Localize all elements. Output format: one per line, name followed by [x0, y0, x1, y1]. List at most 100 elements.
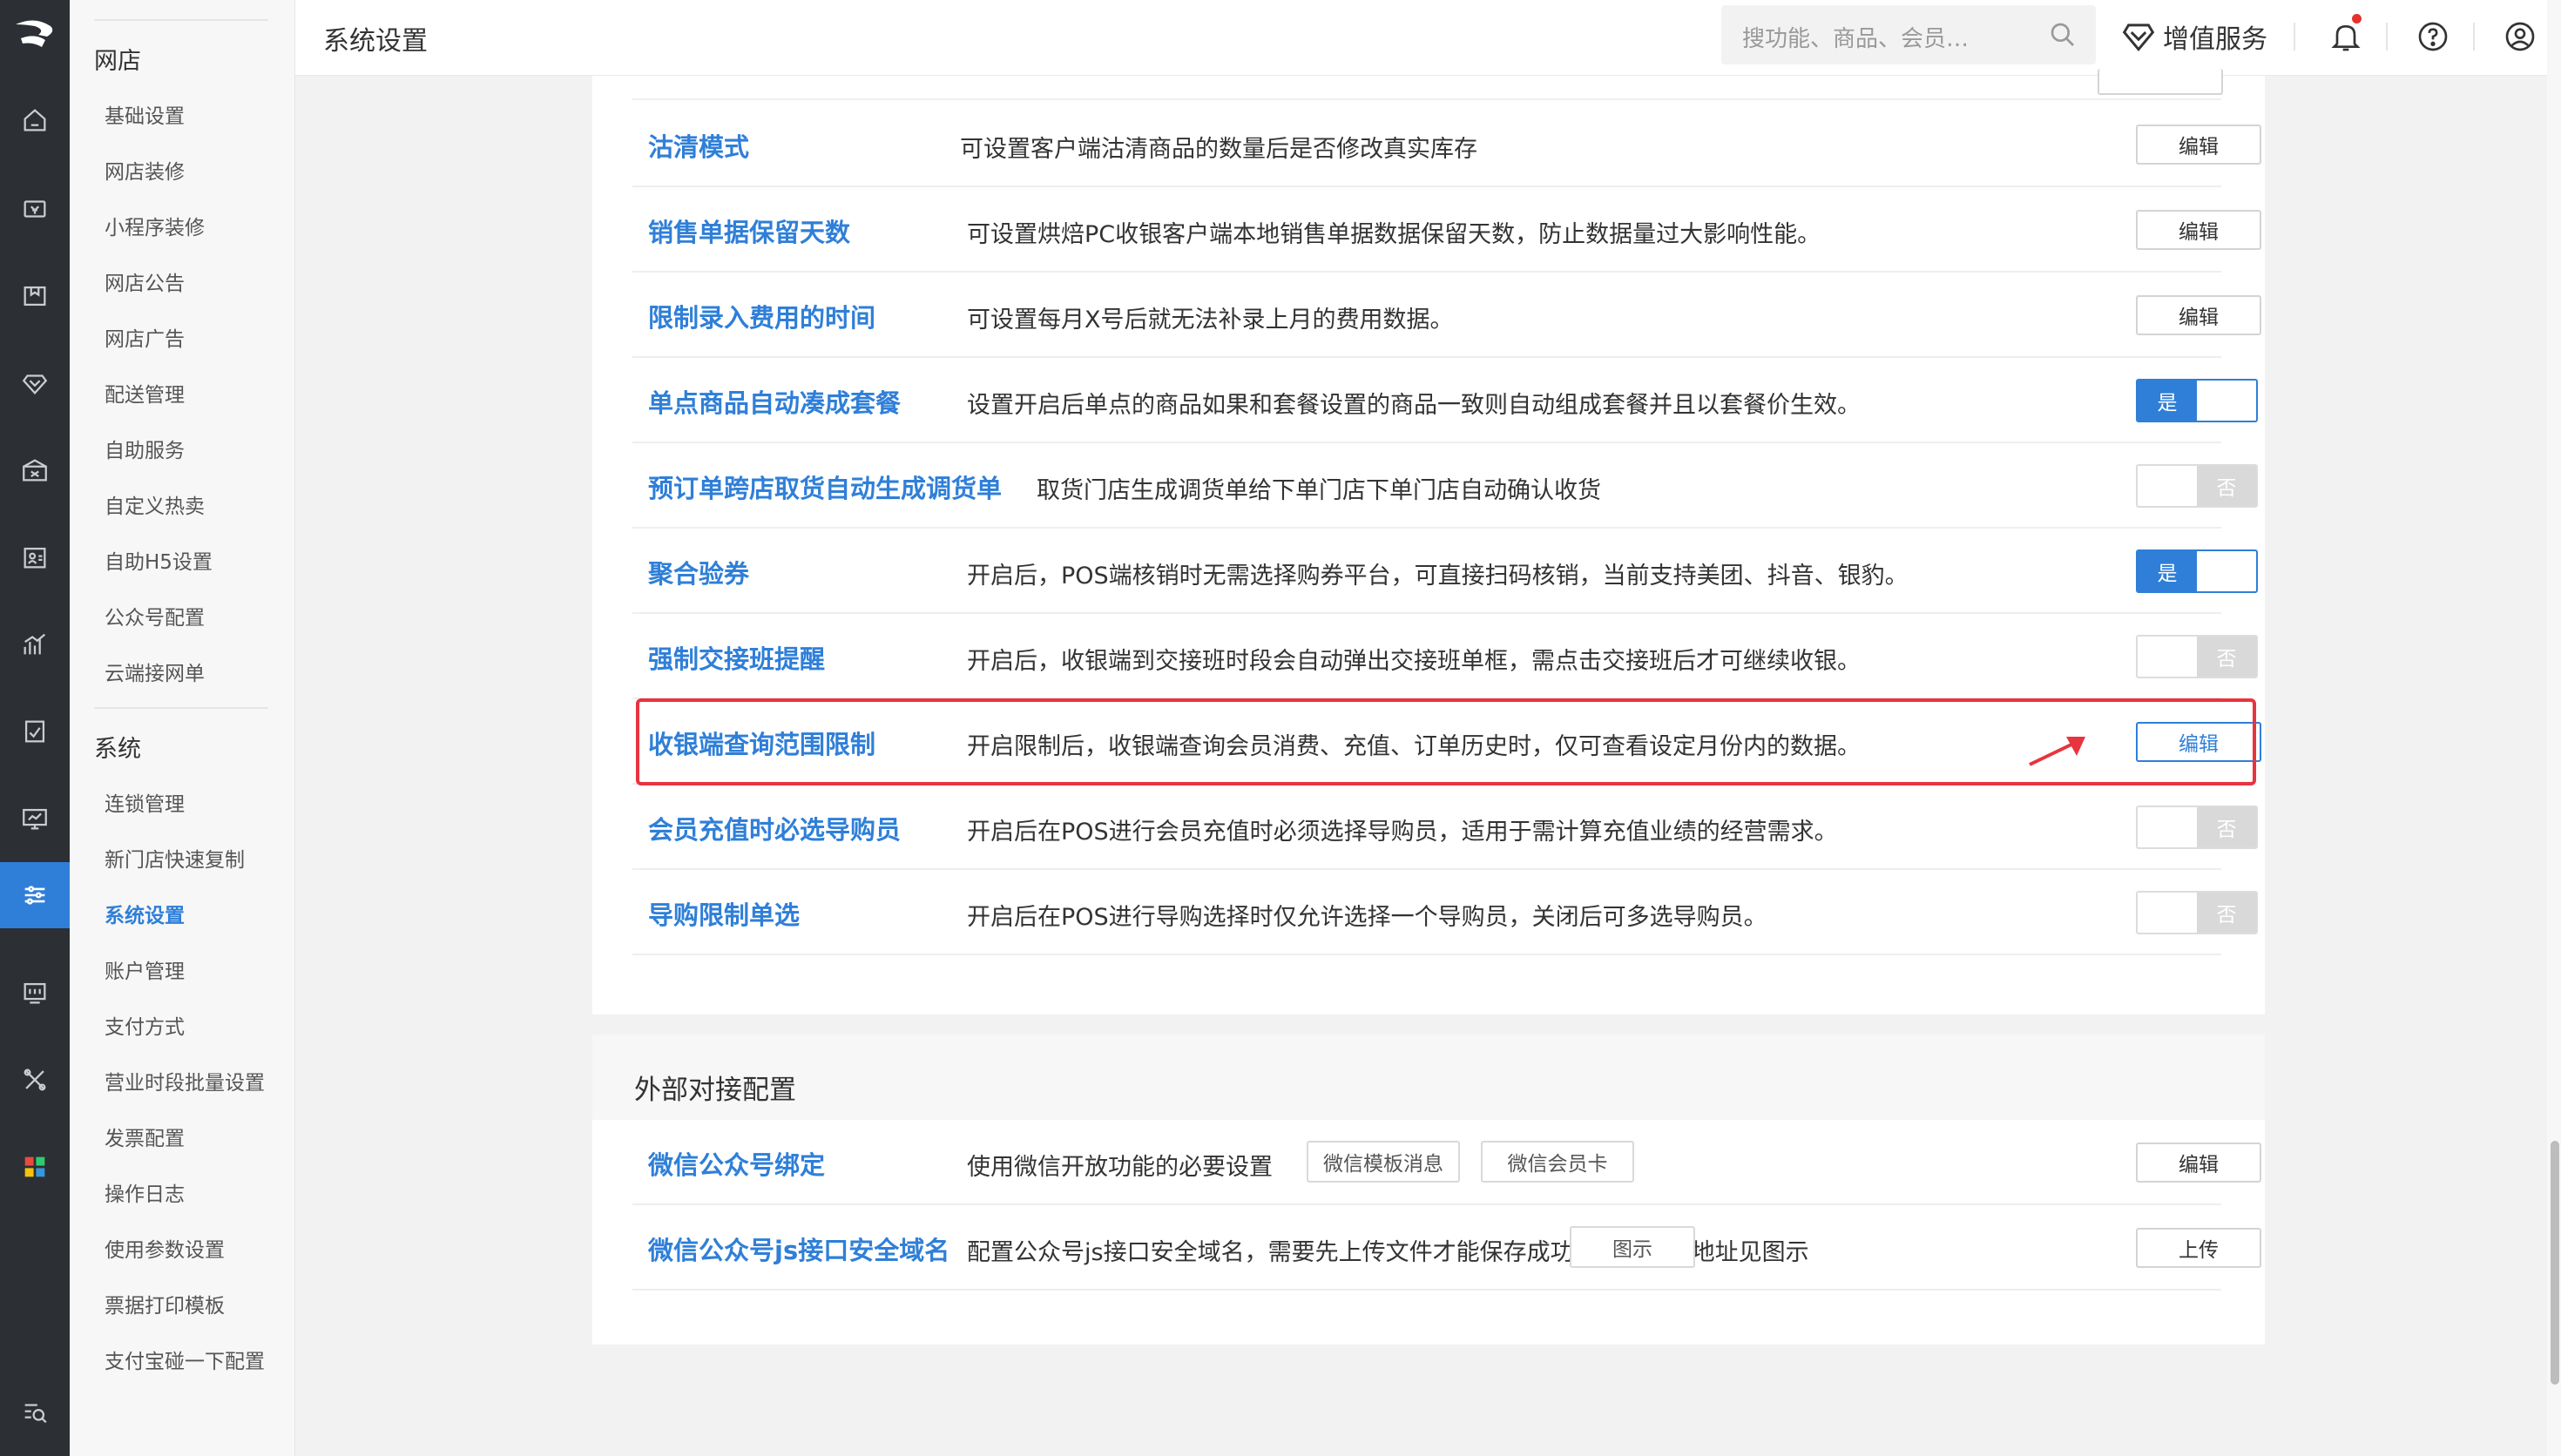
- edit-button[interactable]: 编辑: [2136, 210, 2261, 250]
- toggle-label: 是: [2138, 381, 2197, 421]
- section-header: 外部对接配置: [592, 1035, 2265, 1120]
- setting-name[interactable]: 强制交接班提醒: [648, 639, 825, 676]
- row-divider: [632, 76, 2221, 100]
- sidebar-item[interactable]: 网店公告: [105, 266, 185, 296]
- scrollbar[interactable]: [2547, 0, 2561, 1456]
- apps-icon[interactable]: [0, 1134, 70, 1200]
- setting-name[interactable]: 导购限制单选: [648, 895, 800, 932]
- tools-icon[interactable]: [0, 1047, 70, 1113]
- setting-name[interactable]: 预订单跨店取货自动生成调货单: [648, 468, 1002, 505]
- report-icon[interactable]: [0, 611, 70, 677]
- toggle-switch[interactable]: 否: [2136, 464, 2258, 508]
- edit-button[interactable]: 编辑: [2136, 295, 2261, 335]
- setting-desc: 开启后在POS进行导购选择时仅允许选择一个导购员，关闭后可多选导购员。: [967, 904, 1767, 931]
- edit-button-partial[interactable]: [2098, 69, 2223, 95]
- section-title: 外部对接配置: [634, 1075, 796, 1106]
- setting-name[interactable]: 单点商品自动凑成套餐: [648, 383, 901, 420]
- sidebar-item[interactable]: 发票配置: [105, 1122, 185, 1151]
- tag-button[interactable]: 图示: [1570, 1226, 1695, 1268]
- sidebar-item-active[interactable]: 系统设置: [105, 899, 185, 928]
- sidebar-item[interactable]: 营业时段批量设置: [105, 1066, 265, 1095]
- user-icon[interactable]: [2501, 17, 2539, 56]
- vip-service-button[interactable]: 增值服务: [2121, 17, 2267, 56]
- toggle-switch[interactable]: 是: [2136, 549, 2258, 593]
- settings-row: 微信公众号绑定 使用微信开放功能的必要设置 微信模板消息 微信会员卡 编辑: [632, 1120, 2261, 1205]
- settings-row: 微信公众号js接口安全域名 配置公众号js接口安全域名，需要先上传文件才能保存成…: [632, 1205, 2261, 1291]
- search-placeholder: 搜功能、商品、会员…: [1742, 26, 1970, 52]
- divider: [2294, 23, 2295, 51]
- toggle-switch[interactable]: 否: [2136, 635, 2258, 678]
- sidebar-item[interactable]: 自助H5设置: [105, 545, 213, 575]
- setting-name[interactable]: 会员充值时必选导购员: [648, 810, 901, 846]
- sidebar-item[interactable]: 基础设置: [105, 99, 185, 129]
- setting-name[interactable]: 限制录入费用的时间: [648, 298, 875, 334]
- sidebar-item[interactable]: 公众号配置: [105, 601, 205, 630]
- setting-desc: 设置开启后单点的商品如果和套餐设置的商品一致则自动组成套餐并且以套餐价生效。: [967, 392, 1861, 419]
- sidebar: 网店 基础设置 网店装修 小程序装修 网店公告 网店广告 配送管理 自助服务 自…: [70, 0, 295, 1456]
- setting-desc: 开启后，收银端到交接班时段会自动弹出交接班单框，需点击交接班后才可继续收银。: [967, 648, 1861, 675]
- sidebar-item[interactable]: 支付方式: [105, 1010, 185, 1040]
- sidebar-item[interactable]: 使用参数设置: [105, 1233, 225, 1263]
- setting-name[interactable]: 聚合验券: [648, 554, 749, 590]
- home-icon[interactable]: [0, 87, 70, 153]
- staff-icon[interactable]: [0, 524, 70, 590]
- edit-button[interactable]: 编辑: [2136, 1143, 2261, 1183]
- scrollbar-thumb[interactable]: [2551, 1141, 2559, 1385]
- tag-button[interactable]: 微信会员卡: [1481, 1141, 1634, 1183]
- settings-row: 导购限制单选 开启后在POS进行导购选择时仅允许选择一个导购员，关闭后可多选导购…: [632, 870, 2258, 955]
- toggle-label: 否: [2197, 637, 2256, 677]
- sidebar-item[interactable]: 连锁管理: [105, 787, 185, 817]
- sidebar-item[interactable]: 云端接网单: [105, 657, 205, 686]
- sidebar-item[interactable]: 操作日志: [105, 1177, 185, 1207]
- promotion-icon[interactable]: [0, 437, 70, 503]
- sidebar-item[interactable]: 网店装修: [105, 155, 185, 185]
- order-icon[interactable]: [0, 698, 70, 765]
- icon-rail: [0, 0, 70, 1456]
- goods-icon[interactable]: [0, 263, 70, 329]
- setting-desc: 可设置客户端沽清商品的数量后是否修改真实库存: [960, 136, 1477, 163]
- sidebar-item[interactable]: 支付宝碰一下配置: [105, 1345, 265, 1374]
- sidebar-item[interactable]: 网店广告: [105, 322, 185, 352]
- setting-desc: 使用微信开放功能的必要设置: [967, 1154, 1273, 1181]
- bell-icon[interactable]: [2327, 14, 2365, 56]
- member-icon[interactable]: [0, 350, 70, 416]
- settings-row: 会员充值时必选导购员 开启后在POS进行会员充值时必须选择导购员，适用于需计算充…: [632, 785, 2258, 870]
- settings-row: 沽清模式 可设置客户端沽清商品的数量后是否修改真实库存 编辑: [632, 102, 2261, 187]
- search-icon[interactable]: [2049, 21, 2077, 49]
- edit-button[interactable]: 编辑: [2136, 125, 2261, 165]
- sidebar-item[interactable]: 小程序装修: [105, 211, 205, 240]
- sidebar-item[interactable]: 新门店快速复制: [105, 843, 245, 873]
- setting-name[interactable]: 销售单据保留天数: [648, 212, 850, 249]
- device-icon[interactable]: [0, 960, 70, 1026]
- toggle-label: 否: [2197, 807, 2256, 847]
- setting-desc: 取货门店生成调货单给下单门店下单门店自动确认收货: [1037, 477, 1601, 504]
- sidebar-group-label: 系统: [94, 736, 141, 763]
- sidebar-item[interactable]: 票据打印模板: [105, 1289, 225, 1318]
- help-icon[interactable]: [2414, 17, 2452, 56]
- settings-row: 聚合验券 开启后，POS端核销时无需选择购券平台，可直接扫码核销，当前支持美团、…: [632, 529, 2258, 614]
- setting-name[interactable]: 沽清模式: [648, 127, 749, 164]
- toggle-switch[interactable]: 否: [2136, 891, 2258, 934]
- setting-desc: 开启后，POS端核销时无需选择购券平台，可直接扫码核销，当前支持美团、抖音、银豹…: [967, 563, 1909, 590]
- settings-icon[interactable]: [0, 862, 70, 928]
- upload-button[interactable]: 上传: [2136, 1228, 2261, 1268]
- vip-service-label: 增值服务: [2163, 24, 2267, 55]
- setting-name[interactable]: 微信公众号绑定: [648, 1145, 825, 1182]
- screen-icon[interactable]: [0, 785, 70, 852]
- toggle-switch[interactable]: 是: [2136, 379, 2258, 422]
- sidebar-item[interactable]: 账户管理: [105, 954, 185, 984]
- search-input[interactable]: 搜功能、商品、会员…: [1721, 5, 2096, 64]
- sidebar-item[interactable]: 自助服务: [105, 434, 185, 463]
- toggle-switch[interactable]: 否: [2136, 806, 2258, 849]
- menu-search-icon[interactable]: [0, 1379, 70, 1446]
- diamond-icon: [2122, 24, 2155, 52]
- setting-name[interactable]: 微信公众号js接口安全域名: [648, 1230, 949, 1267]
- logo-icon[interactable]: [0, 0, 70, 70]
- cashier-icon[interactable]: [0, 176, 70, 242]
- sidebar-item[interactable]: 配送管理: [105, 378, 185, 408]
- settings-row: 限制录入费用的时间 可设置每月X号后就无法补录上月的费用数据。 编辑: [632, 273, 2261, 358]
- tag-button[interactable]: 微信模板消息: [1307, 1141, 1460, 1183]
- sidebar-item[interactable]: 自定义热卖: [105, 489, 205, 519]
- toggle-label: 否: [2197, 893, 2256, 933]
- settings-row: 强制交接班提醒 开启后，收银端到交接班时段会自动弹出交接班单框，需点击交接班后才…: [632, 614, 2258, 699]
